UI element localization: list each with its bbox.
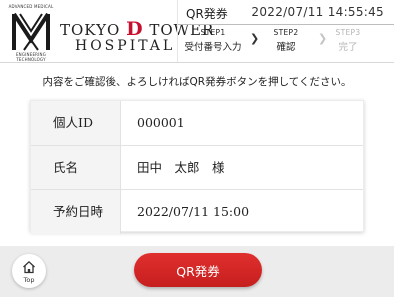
step-3-name: 完了 — [338, 42, 358, 53]
step-2-name: 確認 — [276, 42, 296, 53]
chevron-right-icon: ❯ — [250, 32, 260, 45]
detail-label: 個人ID — [31, 101, 121, 145]
detail-row-patient-id: 個人ID 000001 — [31, 101, 363, 145]
qr-issue-button[interactable]: QR発券 — [134, 253, 262, 287]
step-1-label: STEP1 — [200, 28, 226, 37]
screen-title: QR発券 — [186, 7, 228, 21]
detail-value: 田中 太郎 様 — [137, 160, 225, 175]
top-button[interactable]: Top — [12, 254, 46, 288]
detail-row-name: 氏名 田中 太郎 様 — [31, 145, 363, 190]
app-header: ADVANCED MEDICAL ENGINEERING TECHNOLOGY … — [0, 0, 394, 63]
logo-bottom-caption-2: TECHNOLOGY — [16, 57, 46, 62]
current-datetime: 2022/07/11 14:55:45 — [251, 5, 384, 19]
hospital-logo: ADVANCED MEDICAL ENGINEERING TECHNOLOGY — [5, 4, 57, 62]
detail-row-appointment: 予約日時 2022/07/11 15:00 — [31, 189, 363, 234]
reservation-details-card: 個人ID 000001 氏名 田中 太郎 様 予約日時 2022/07/11 1… — [30, 100, 364, 234]
step-2: STEP2 確認 — [264, 28, 308, 53]
logo-emblem-icon — [11, 10, 51, 52]
logo-top-caption: ADVANCED MEDICAL — [8, 4, 54, 9]
detail-value: 2022/07/11 15:00 — [137, 204, 250, 219]
step-3-label: STEP3 — [335, 28, 361, 37]
header-status-panel: QR発券 2022/07/11 14:55:45 STEP1 受付番号入力 ❯ … — [177, 0, 394, 62]
hospital-name-d: D — [126, 18, 144, 40]
title-divider — [178, 24, 394, 25]
detail-label: 氏名 — [31, 146, 121, 190]
step-1-name: 受付番号入力 — [184, 42, 242, 53]
instruction-text: 内容をご確認後、よろしければQR発券ボタンを押してください。 — [42, 76, 352, 88]
hospital-name-pre: TOKYO — [60, 21, 127, 39]
detail-label: 予約日時 — [31, 190, 121, 234]
step-3: STEP3 完了 — [326, 28, 370, 53]
detail-value: 000001 — [137, 115, 185, 130]
hospital-name-line2: HOSPITAL — [75, 38, 176, 54]
top-button-label: Top — [23, 276, 35, 284]
step-1: STEP1 受付番号入力 — [182, 28, 244, 53]
home-icon — [23, 261, 35, 274]
step-2-label: STEP2 — [273, 28, 299, 37]
